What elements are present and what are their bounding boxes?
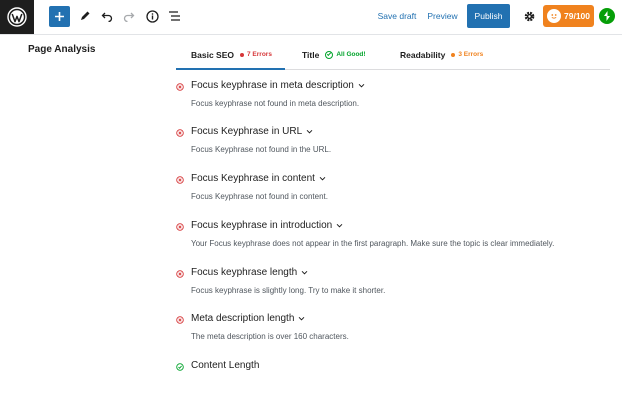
check-title-text: Content Length — [191, 360, 260, 371]
page-analysis-title: Page Analysis — [28, 44, 96, 55]
chevron-down-icon — [319, 176, 326, 181]
check-title: Focus keyphrase length — [191, 267, 308, 278]
check-circle-icon — [325, 50, 334, 59]
tab-basic-seo[interactable]: Basic SEO 7 Errors — [176, 40, 285, 70]
check-title: Meta description length — [191, 313, 305, 324]
pencil-icon[interactable] — [74, 5, 96, 27]
check-title-text: Focus Keyphrase in content — [191, 173, 315, 184]
error-icon — [176, 223, 184, 231]
error-icon — [176, 316, 184, 324]
badge-text: 7 Errors — [247, 51, 272, 58]
tab-label: Basic SEO — [191, 49, 234, 60]
check-title: Focus keyphrase in introduction — [191, 220, 343, 231]
check-description: Focus Keyphrase not found in content. — [191, 192, 328, 201]
tab-title[interactable]: Title All Good! — [302, 40, 366, 69]
seo-score-button[interactable]: 79/100 — [543, 5, 594, 27]
check-description: Focus Keyphrase not found in the URL. — [191, 145, 332, 154]
tab-readability[interactable]: Readability 3 Errors — [400, 40, 483, 69]
error-dot-icon — [240, 52, 244, 57]
check-item[interactable]: Focus keyphrase in introduction Your Foc… — [176, 220, 616, 260]
check-description: Your Focus keyphrase does not appear in … — [191, 239, 555, 248]
redo-icon[interactable] — [118, 5, 140, 27]
chevron-down-icon — [301, 270, 308, 275]
chevron-down-icon — [336, 223, 343, 228]
status-badge: All Good! — [325, 50, 366, 59]
details-info-icon[interactable] — [141, 5, 163, 27]
save-draft-button[interactable]: Save draft — [377, 5, 417, 27]
error-icon — [176, 83, 184, 91]
check-item[interactable]: Meta description length The meta descrip… — [176, 313, 616, 353]
badge-text: 3 Errors — [458, 51, 484, 58]
check-item[interactable]: Content Length — [176, 360, 616, 400]
check-title: Focus Keyphrase in content — [191, 173, 326, 184]
check-title: Focus keyphrase in meta description — [191, 80, 365, 91]
tab-label: Readability — [400, 49, 446, 60]
check-title: Content Length — [191, 360, 259, 371]
check-description: Focus keyphrase is slightly long. Try to… — [191, 286, 386, 295]
preview-button[interactable]: Preview — [427, 5, 458, 27]
check-item[interactable]: Focus keyphrase in meta description Focu… — [176, 80, 616, 120]
tab-label: Title — [302, 49, 320, 60]
error-icon — [176, 129, 184, 137]
check-title-text: Meta description length — [191, 313, 295, 324]
undo-icon[interactable] — [96, 5, 118, 27]
status-badge: 3 Errors — [451, 51, 483, 58]
status-badge: 7 Errors — [240, 51, 272, 58]
chevron-down-icon — [306, 129, 313, 134]
jetpack-icon[interactable] — [599, 8, 615, 24]
check-item[interactable]: Focus keyphrase length Focus keyphrase i… — [176, 267, 616, 307]
publish-button[interactable]: Publish — [467, 4, 510, 28]
check-title-text: Focus Keyphrase in URL — [191, 126, 303, 137]
gear-icon[interactable] — [518, 5, 540, 27]
list-view-icon[interactable] — [163, 5, 185, 27]
check-title-text: Focus keyphrase in meta description — [191, 80, 354, 91]
badge-text: All Good! — [336, 51, 366, 58]
check-title-text: Focus keyphrase length — [191, 267, 298, 278]
check-description: The meta description is over 160 charact… — [191, 332, 349, 341]
check-description: Focus keyphrase not found in meta descri… — [191, 99, 360, 108]
add-block-button[interactable] — [49, 6, 70, 27]
warning-dot-icon — [451, 52, 456, 57]
chevron-down-icon — [299, 316, 305, 321]
check-item[interactable]: Focus Keyphrase in URL Focus Keyphrase n… — [176, 126, 616, 166]
wordpress-logo-icon[interactable] — [0, 0, 34, 34]
check-circle-icon — [176, 363, 184, 371]
error-icon — [176, 176, 184, 184]
seo-score-value: 79/100 — [564, 11, 590, 21]
check-title: Focus Keyphrase in URL — [191, 126, 313, 137]
analysis-tabs: Basic SEO 7 Errors Title All Good! Reada… — [176, 40, 610, 70]
check-item[interactable]: Focus Keyphrase in content Focus Keyphra… — [176, 173, 616, 213]
chevron-down-icon — [358, 83, 365, 88]
editor-toolbar: Save draft Preview Publish 79/100 — [0, 0, 622, 35]
seo-face-icon — [547, 9, 561, 23]
check-title-text: Focus keyphrase in introduction — [191, 220, 333, 231]
error-icon — [176, 270, 184, 278]
